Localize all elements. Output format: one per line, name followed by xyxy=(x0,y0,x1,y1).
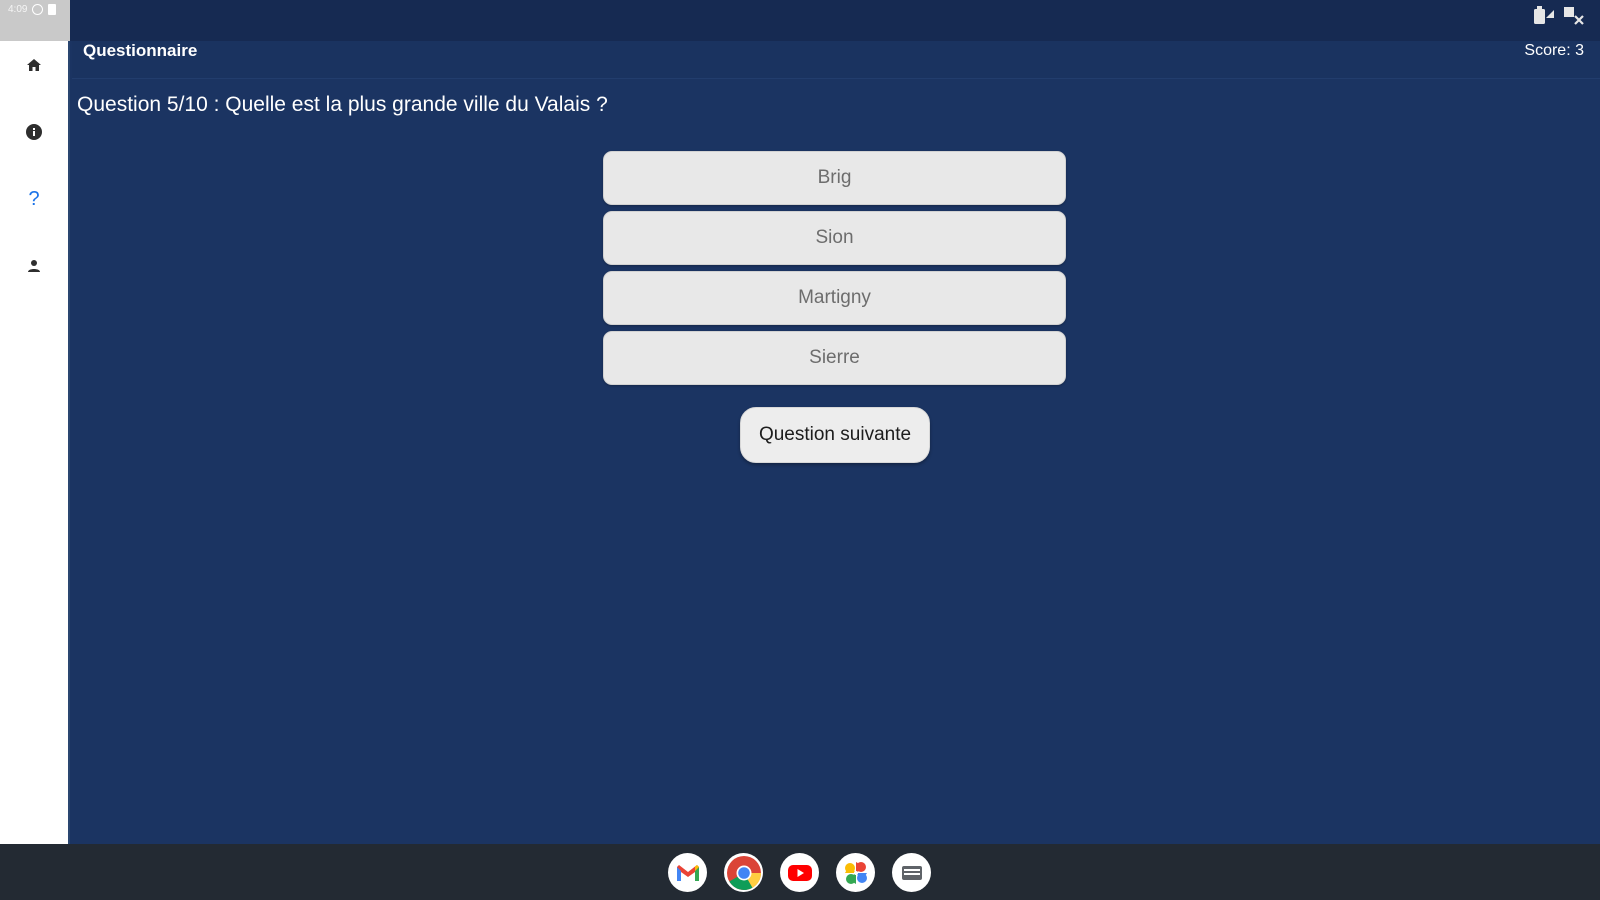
answer-button-martigny[interactable]: Martigny xyxy=(603,271,1066,325)
person-icon xyxy=(26,258,42,274)
app-header: Questionnaire Score: 3 xyxy=(72,41,1600,79)
next-question-button[interactable]: Question suivante xyxy=(740,407,930,463)
status-bar: 4:09 xyxy=(0,0,1600,41)
answer-list: Brig Sion Martigny Sierre xyxy=(603,151,1066,385)
status-time: 4:09 xyxy=(8,4,28,15)
chrome-icon[interactable] xyxy=(724,853,763,892)
battery-icon xyxy=(1532,4,1556,26)
app-dock xyxy=(668,853,931,892)
files-icon[interactable] xyxy=(892,853,931,892)
help-icon: ? xyxy=(28,187,40,210)
status-left: 4:09 xyxy=(0,0,70,41)
gmail-icon[interactable] xyxy=(668,853,707,892)
info-icon xyxy=(25,123,43,141)
wifi-off-icon xyxy=(1562,4,1586,26)
score-label: Score: 3 xyxy=(1524,42,1584,59)
notification-icon xyxy=(32,4,44,15)
status-right xyxy=(1532,4,1586,26)
page-title: Questionnaire xyxy=(83,41,198,60)
home-icon xyxy=(26,57,42,73)
youtube-icon[interactable] xyxy=(780,853,819,892)
nav-quiz[interactable]: ? xyxy=(0,175,68,223)
answer-button-sierre[interactable]: Sierre xyxy=(603,331,1066,385)
navigation-sidebar: ? xyxy=(0,41,70,844)
taskbar xyxy=(0,844,1600,900)
nav-profile[interactable] xyxy=(0,242,68,290)
question-text: Question 5/10 : Quelle est la plus grand… xyxy=(77,93,608,116)
answer-button-brig[interactable]: Brig xyxy=(603,151,1066,205)
nav-home[interactable] xyxy=(0,41,68,89)
sim-icon xyxy=(48,4,57,15)
nav-info[interactable] xyxy=(0,108,68,156)
answer-button-sion[interactable]: Sion xyxy=(603,211,1066,265)
photos-icon[interactable] xyxy=(836,853,875,892)
